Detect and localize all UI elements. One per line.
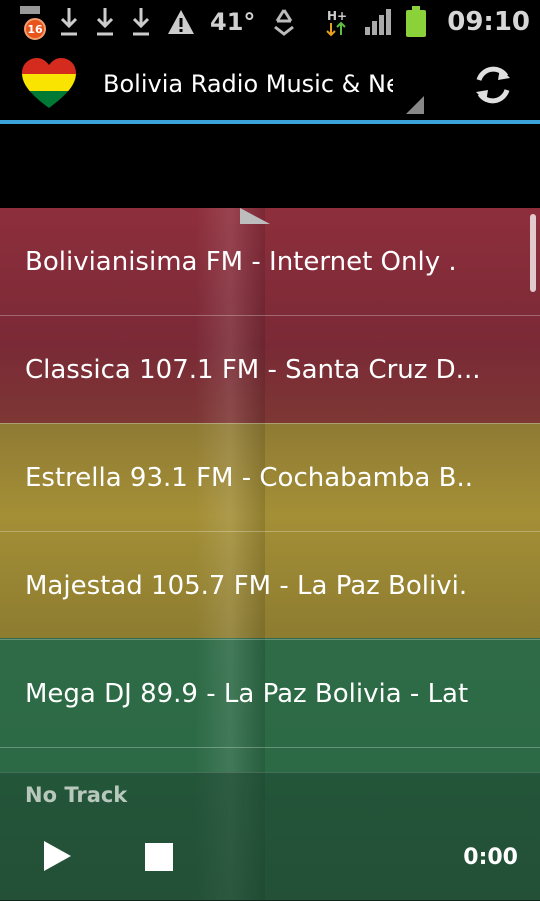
bolivia-heart-icon[interactable] <box>20 56 78 110</box>
play-button[interactable] <box>44 841 71 871</box>
app-title[interactable]: Bolivia Radio Music & News <box>103 70 393 98</box>
stop-button[interactable] <box>145 843 173 871</box>
header-band <box>0 124 540 208</box>
station-item[interactable]: Mega DJ 89.9 - La Paz Bolivia - Lat <box>0 640 540 748</box>
station-item[interactable]: Bolivianisima FM - Internet Only . <box>0 208 540 316</box>
notification-badge: 16 <box>24 18 46 40</box>
download-icon <box>96 8 114 36</box>
warning-icon <box>168 10 194 34</box>
temperature: 41° <box>210 8 256 36</box>
download-icon <box>132 8 150 36</box>
list-scrollbar[interactable] <box>530 214 536 292</box>
station-item[interactable]: Classica 107.1 FM - Santa Cruz D... <box>0 316 540 424</box>
clock: 09:10 <box>447 7 530 37</box>
station-item[interactable]: Majestad 105.7 FM - La Paz Bolivi. <box>0 532 540 640</box>
status-bar: 16 41° H+ 09:10 <box>0 0 540 46</box>
notification-icon: 16 <box>16 4 46 40</box>
elapsed-time: 0:00 <box>463 845 518 870</box>
signal-icon <box>365 9 392 35</box>
download-icon <box>60 8 78 36</box>
refresh-icon[interactable] <box>470 62 516 108</box>
station-item[interactable]: Estrella 93.1 FM - Cochabamba B.. <box>0 424 540 532</box>
track-title: No Track <box>25 783 128 807</box>
battery-icon <box>406 6 427 37</box>
data-network-icon: H+ <box>326 9 347 37</box>
recycle-icon <box>274 9 295 36</box>
title-dropdown-indicator[interactable] <box>406 96 424 114</box>
svg-text:H+: H+ <box>327 9 347 23</box>
station-list: Bolivianisima FM - Internet Only . Class… <box>0 208 540 748</box>
player-bar: No Track 0:00 <box>0 772 540 901</box>
